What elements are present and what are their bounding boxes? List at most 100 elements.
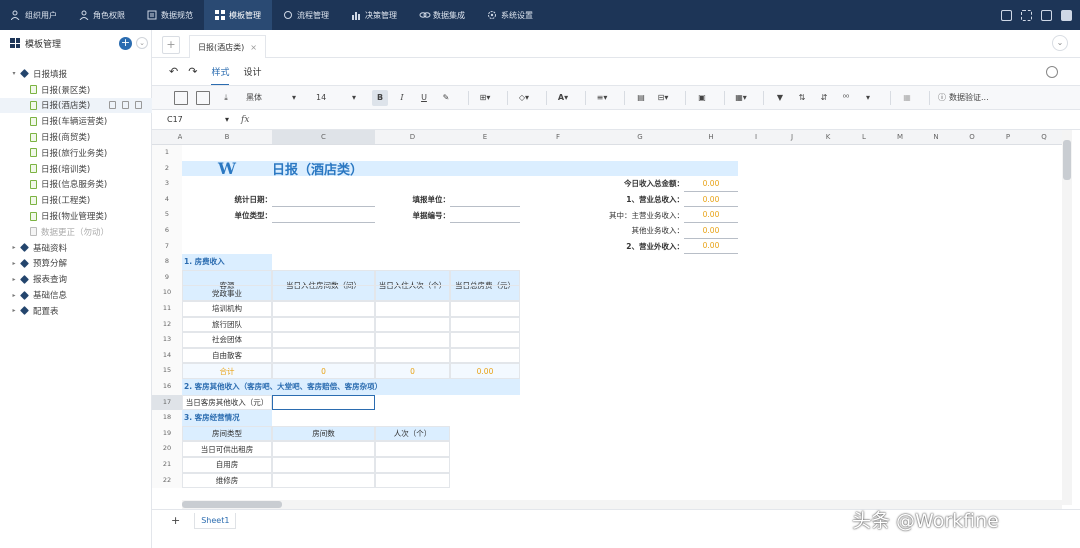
- tree-item[interactable]: ▸ 配置表: [0, 303, 152, 319]
- input-cell[interactable]: [375, 316, 450, 333]
- column-header[interactable]: K: [810, 130, 846, 145]
- caret-down-icon[interactable]: ▾: [10, 70, 18, 77]
- download-icon[interactable]: ⤓: [218, 90, 234, 106]
- tree-item[interactable]: ▸ 报表查询: [0, 271, 152, 287]
- row-header[interactable]: 16: [152, 379, 182, 395]
- tree-item[interactable]: 日报(旅行业务类): [0, 145, 152, 161]
- formula-input[interactable]: [257, 113, 1037, 127]
- row-header[interactable]: 11: [152, 301, 182, 317]
- add-template-button[interactable]: +: [119, 37, 132, 50]
- input-cell[interactable]: [450, 332, 520, 348]
- mode-style-tab[interactable]: 样式: [211, 59, 230, 85]
- delete-icon[interactable]: [135, 101, 142, 110]
- cell-reference-box[interactable]: C17 ▾: [167, 112, 229, 127]
- more-dropdown-icon[interactable]: ▾: [860, 90, 876, 106]
- freeze-icon[interactable]: ▦: [899, 90, 915, 106]
- redo-icon[interactable]: ↷: [188, 65, 197, 78]
- edit-icon[interactable]: [122, 101, 129, 110]
- spreadsheet-grid[interactable]: A B C D E F G H I J K L M N O P Q 1 2 3 4 5 6 7 8 9 10 11 12 13 14 15 16…: [152, 130, 1062, 500]
- input-cell[interactable]: [272, 347, 375, 364]
- data-validation-button[interactable]: ⓘ 数据验证...: [938, 90, 989, 106]
- row-header[interactable]: 3: [152, 176, 182, 192]
- filter-icon[interactable]: ▼: [772, 90, 788, 106]
- tree-item[interactable]: 数据更正（勿动）: [0, 224, 152, 240]
- mode-design-tab[interactable]: 设计: [243, 59, 261, 84]
- open-folder-icon[interactable]: [196, 90, 210, 105]
- row-header[interactable]: 8: [152, 254, 182, 270]
- add-tab-button[interactable]: +: [162, 36, 180, 54]
- row-header[interactable]: 9: [152, 269, 182, 286]
- fill-color-icon[interactable]: ◇▾: [516, 90, 532, 106]
- nav-system-settings[interactable]: 系统设置: [476, 0, 544, 30]
- caret-right-icon[interactable]: ▸: [10, 292, 18, 299]
- tree-item[interactable]: 日报(工程类): [0, 192, 152, 208]
- input-cell[interactable]: [375, 457, 450, 473]
- sort-ascending-icon[interactable]: ⇅: [794, 90, 810, 106]
- input-cell[interactable]: [272, 441, 375, 457]
- tree-item[interactable]: 日报(车辆运营类): [0, 113, 152, 129]
- column-header[interactable]: D: [375, 130, 450, 145]
- column-header[interactable]: G: [596, 130, 684, 145]
- nav-data-standards[interactable]: 数据规范: [136, 0, 204, 30]
- border-icon[interactable]: ⊞▾: [477, 90, 493, 106]
- caret-right-icon[interactable]: ▸: [10, 260, 18, 267]
- column-header[interactable]: B: [182, 130, 272, 145]
- copy-icon[interactable]: [109, 101, 116, 110]
- tree-item[interactable]: 日报(物业管理类): [0, 208, 152, 224]
- row-header[interactable]: 13: [152, 332, 182, 348]
- vertical-scroll-thumb[interactable]: [1063, 140, 1071, 180]
- column-header[interactable]: M: [882, 130, 918, 145]
- column-header[interactable]: Q: [1026, 130, 1062, 145]
- input-cell[interactable]: [272, 301, 375, 317]
- row-header[interactable]: 20: [152, 441, 182, 457]
- unit-type-input[interactable]: [272, 207, 375, 223]
- tree-item[interactable]: 日报(信息服务类): [0, 177, 152, 193]
- fullscreen-icon[interactable]: [1021, 9, 1032, 21]
- row-header[interactable]: 14: [152, 347, 182, 364]
- undo-icon[interactable]: ↶: [169, 65, 178, 78]
- vertical-scrollbar[interactable]: [1062, 130, 1072, 505]
- stat-date-input[interactable]: [272, 192, 375, 208]
- input-cell[interactable]: [272, 285, 375, 301]
- caret-right-icon[interactable]: ▸: [10, 244, 18, 251]
- nav-roles[interactable]: 角色权限: [68, 0, 136, 30]
- row-header[interactable]: 4: [152, 191, 182, 208]
- add-sheet-button[interactable]: +: [171, 514, 180, 527]
- input-cell[interactable]: [375, 332, 450, 348]
- column-header[interactable]: L: [846, 130, 882, 145]
- underline-button[interactable]: U: [416, 90, 432, 106]
- column-header[interactable]: J: [774, 130, 810, 145]
- input-cell[interactable]: [375, 472, 450, 489]
- input-cell[interactable]: [375, 347, 450, 364]
- font-size-select[interactable]: 14: [316, 90, 340, 106]
- list-settings-icon[interactable]: [1046, 66, 1058, 78]
- nav-decision-management[interactable]: 决策管理: [340, 0, 408, 30]
- input-cell[interactable]: [272, 332, 375, 348]
- tree-item[interactable]: ▾ 日报填报: [0, 66, 152, 82]
- exit-icon[interactable]: [1041, 9, 1052, 21]
- column-header[interactable]: H: [684, 130, 738, 145]
- row-header[interactable]: 1: [152, 145, 182, 161]
- column-header[interactable]: F: [520, 130, 596, 145]
- select-all-corner[interactable]: [152, 130, 174, 145]
- tree-item[interactable]: 日报(培训类): [0, 161, 152, 177]
- tree-item[interactable]: 日报(景区类): [0, 82, 152, 98]
- column-header[interactable]: N: [918, 130, 954, 145]
- tab-daily-report-hotel[interactable]: 日报(酒店类) ×: [189, 35, 266, 58]
- nav-process-management[interactable]: 流程管理: [272, 0, 340, 30]
- horizontal-scroll-thumb[interactable]: [182, 501, 282, 508]
- number-format-icon[interactable]: ⁰⁰: [838, 90, 854, 106]
- row-header[interactable]: 7: [152, 238, 182, 255]
- tree-item[interactable]: ▸ 基础资料: [0, 240, 152, 256]
- wrap-text-icon[interactable]: ▤: [633, 90, 649, 106]
- input-cell[interactable]: [375, 441, 450, 457]
- row-header[interactable]: 12: [152, 316, 182, 333]
- row-header[interactable]: 10: [152, 285, 182, 301]
- tree-item[interactable]: 日报(商贸类): [0, 129, 152, 145]
- row-header[interactable]: 6: [152, 223, 182, 239]
- input-cell[interactable]: [450, 285, 520, 301]
- font-family-dropdown-icon[interactable]: ▾: [286, 90, 302, 106]
- collapse-sidebar-button[interactable]: ⌄: [136, 37, 148, 49]
- sheet-tab[interactable]: Sheet1: [194, 512, 237, 529]
- column-header[interactable]: P: [990, 130, 1026, 145]
